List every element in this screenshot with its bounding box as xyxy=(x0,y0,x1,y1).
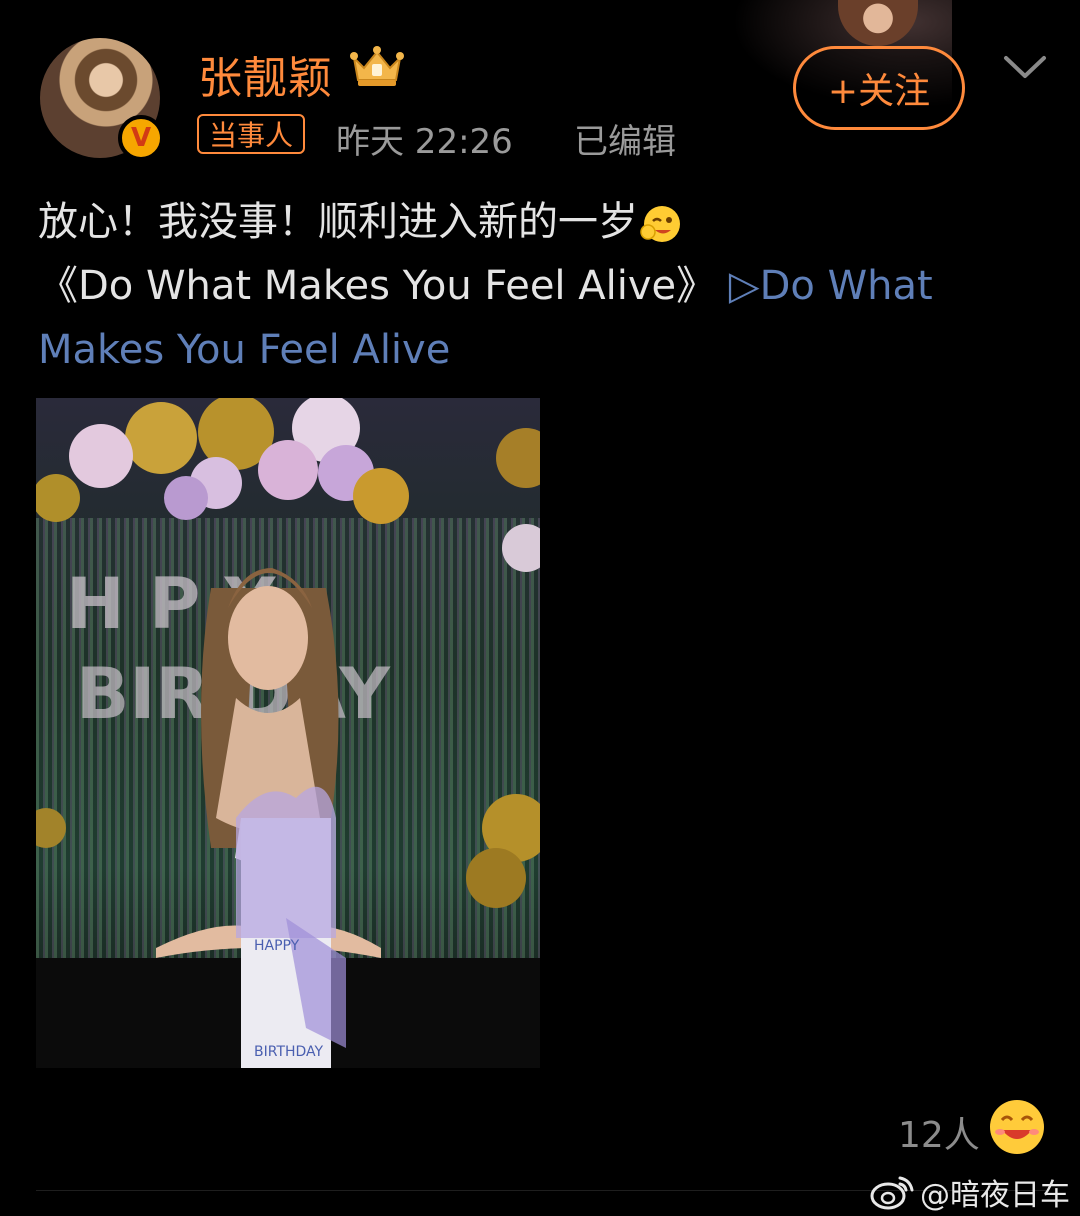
music-link-continued[interactable]: Makes You Feel Alive xyxy=(38,327,450,373)
music-link[interactable]: ▷Do What xyxy=(729,263,933,309)
chevron-down-icon[interactable] xyxy=(1002,52,1048,82)
watermark-text: @暗夜日车 xyxy=(920,1178,1070,1213)
verified-badge: V xyxy=(118,115,164,161)
author-name[interactable]: 张靓颖 xyxy=(198,42,333,106)
crown-icon xyxy=(350,46,404,86)
post-photo[interactable]: H P Y BIR DAY HAPPY BIRTHDAY xyxy=(36,398,540,1068)
edited-label[interactable]: 已编辑 xyxy=(574,114,676,163)
follow-button[interactable]: +关注 xyxy=(793,46,965,130)
svg-text:BIRTHDAY: BIRTHDAY xyxy=(254,1044,324,1060)
weibo-logo-icon xyxy=(870,1176,914,1210)
watermark: @暗夜日车 xyxy=(868,1170,1070,1214)
song-title: 《Do What Makes You Feel Alive》 xyxy=(38,263,729,309)
laughing-face-icon[interactable] xyxy=(988,1098,1046,1156)
post-text-line1: 放心！我没事！顺利进入新的一岁 xyxy=(38,199,638,245)
author-tag: 当事人 xyxy=(197,114,306,154)
svg-text:HAPPY: HAPPY xyxy=(254,938,300,954)
smiling-face-icon xyxy=(640,206,680,242)
post-time: 昨天 22:26 xyxy=(336,122,513,162)
post-text: 放心！我没事！顺利进入新的一岁 《Do What Makes You Feel … xyxy=(38,190,1048,382)
like-count[interactable]: 12人 xyxy=(898,1106,980,1158)
birthday-scene: H P Y BIR DAY HAPPY BIRTHDAY xyxy=(36,398,540,1068)
